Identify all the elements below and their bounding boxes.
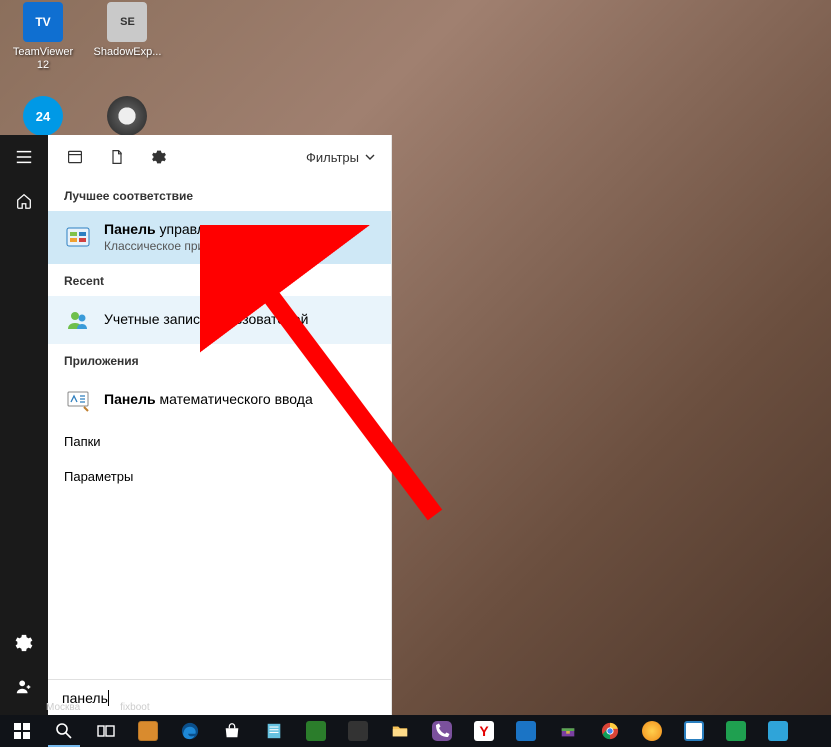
control-panel-icon (64, 223, 92, 251)
section-recent: Recent (48, 264, 391, 296)
home-button[interactable] (0, 179, 48, 223)
result-math-input-panel[interactable]: Панель математического ввода (48, 376, 391, 424)
taskbar-app-dark[interactable] (338, 715, 378, 747)
section-settings[interactable]: Параметры (48, 459, 391, 494)
taskbar: Y (0, 715, 831, 747)
desktop-icon-teamviewer[interactable]: TV TeamViewer 12 (8, 2, 78, 72)
filters-dropdown[interactable]: Фильтры (296, 150, 385, 165)
math-panel-icon (64, 386, 92, 414)
chevron-down-icon (365, 152, 375, 162)
documents-scope-button[interactable] (96, 135, 138, 179)
result-user-accounts[interactable]: Учетные записи пользователей (48, 296, 391, 344)
taskbar-app-client[interactable] (716, 715, 756, 747)
taskbar-chrome[interactable] (590, 715, 630, 747)
start-left-rail (0, 135, 48, 715)
taskbar-yandex[interactable]: Y (464, 715, 504, 747)
section-folders[interactable]: Папки (48, 424, 391, 459)
under-text: Москва fixboot (46, 702, 150, 713)
result-title: Панель математического ввода (104, 391, 313, 409)
taskbar-app-last[interactable] (758, 715, 798, 747)
taskbar-winrar[interactable] (548, 715, 588, 747)
taskbar-app-amber[interactable] (128, 715, 168, 747)
user-accounts-icon (64, 306, 92, 334)
taskbar-viber[interactable] (422, 715, 462, 747)
taskbar-store[interactable] (212, 715, 252, 747)
result-title: Панель управления (104, 221, 253, 239)
settings-button[interactable] (0, 621, 48, 665)
search-results-panel: Фильтры Лучшее соответствие Панель управ… (48, 135, 392, 715)
start-menu: Фильтры Лучшее соответствие Панель управ… (0, 135, 392, 715)
taskbar-app-green[interactable] (296, 715, 336, 747)
start-button[interactable] (2, 715, 42, 747)
task-view-button[interactable] (86, 715, 126, 747)
apps-scope-button[interactable] (54, 135, 96, 179)
account-button[interactable] (0, 665, 48, 709)
taskbar-explorer[interactable] (380, 715, 420, 747)
desktop-icon-shadow-explorer[interactable]: SE ShadowExp... (92, 2, 162, 59)
hamburger-button[interactable] (0, 135, 48, 179)
taskbar-notepad[interactable] (254, 715, 294, 747)
settings-scope-button[interactable] (138, 135, 180, 179)
section-best-match: Лучшее соответствие (48, 179, 391, 211)
result-subtitle: Классическое приложение (104, 239, 253, 254)
search-toolbar: Фильтры (48, 135, 391, 179)
section-apps: Приложения (48, 344, 391, 376)
taskbar-app-paint[interactable] (674, 715, 714, 747)
search-button[interactable] (44, 715, 84, 747)
taskbar-app-blue[interactable] (506, 715, 546, 747)
result-control-panel[interactable]: Панель управления Классическое приложени… (48, 211, 391, 264)
result-title: Учетные записи пользователей (104, 311, 308, 329)
taskbar-app-orange[interactable] (632, 715, 672, 747)
taskbar-edge[interactable] (170, 715, 210, 747)
